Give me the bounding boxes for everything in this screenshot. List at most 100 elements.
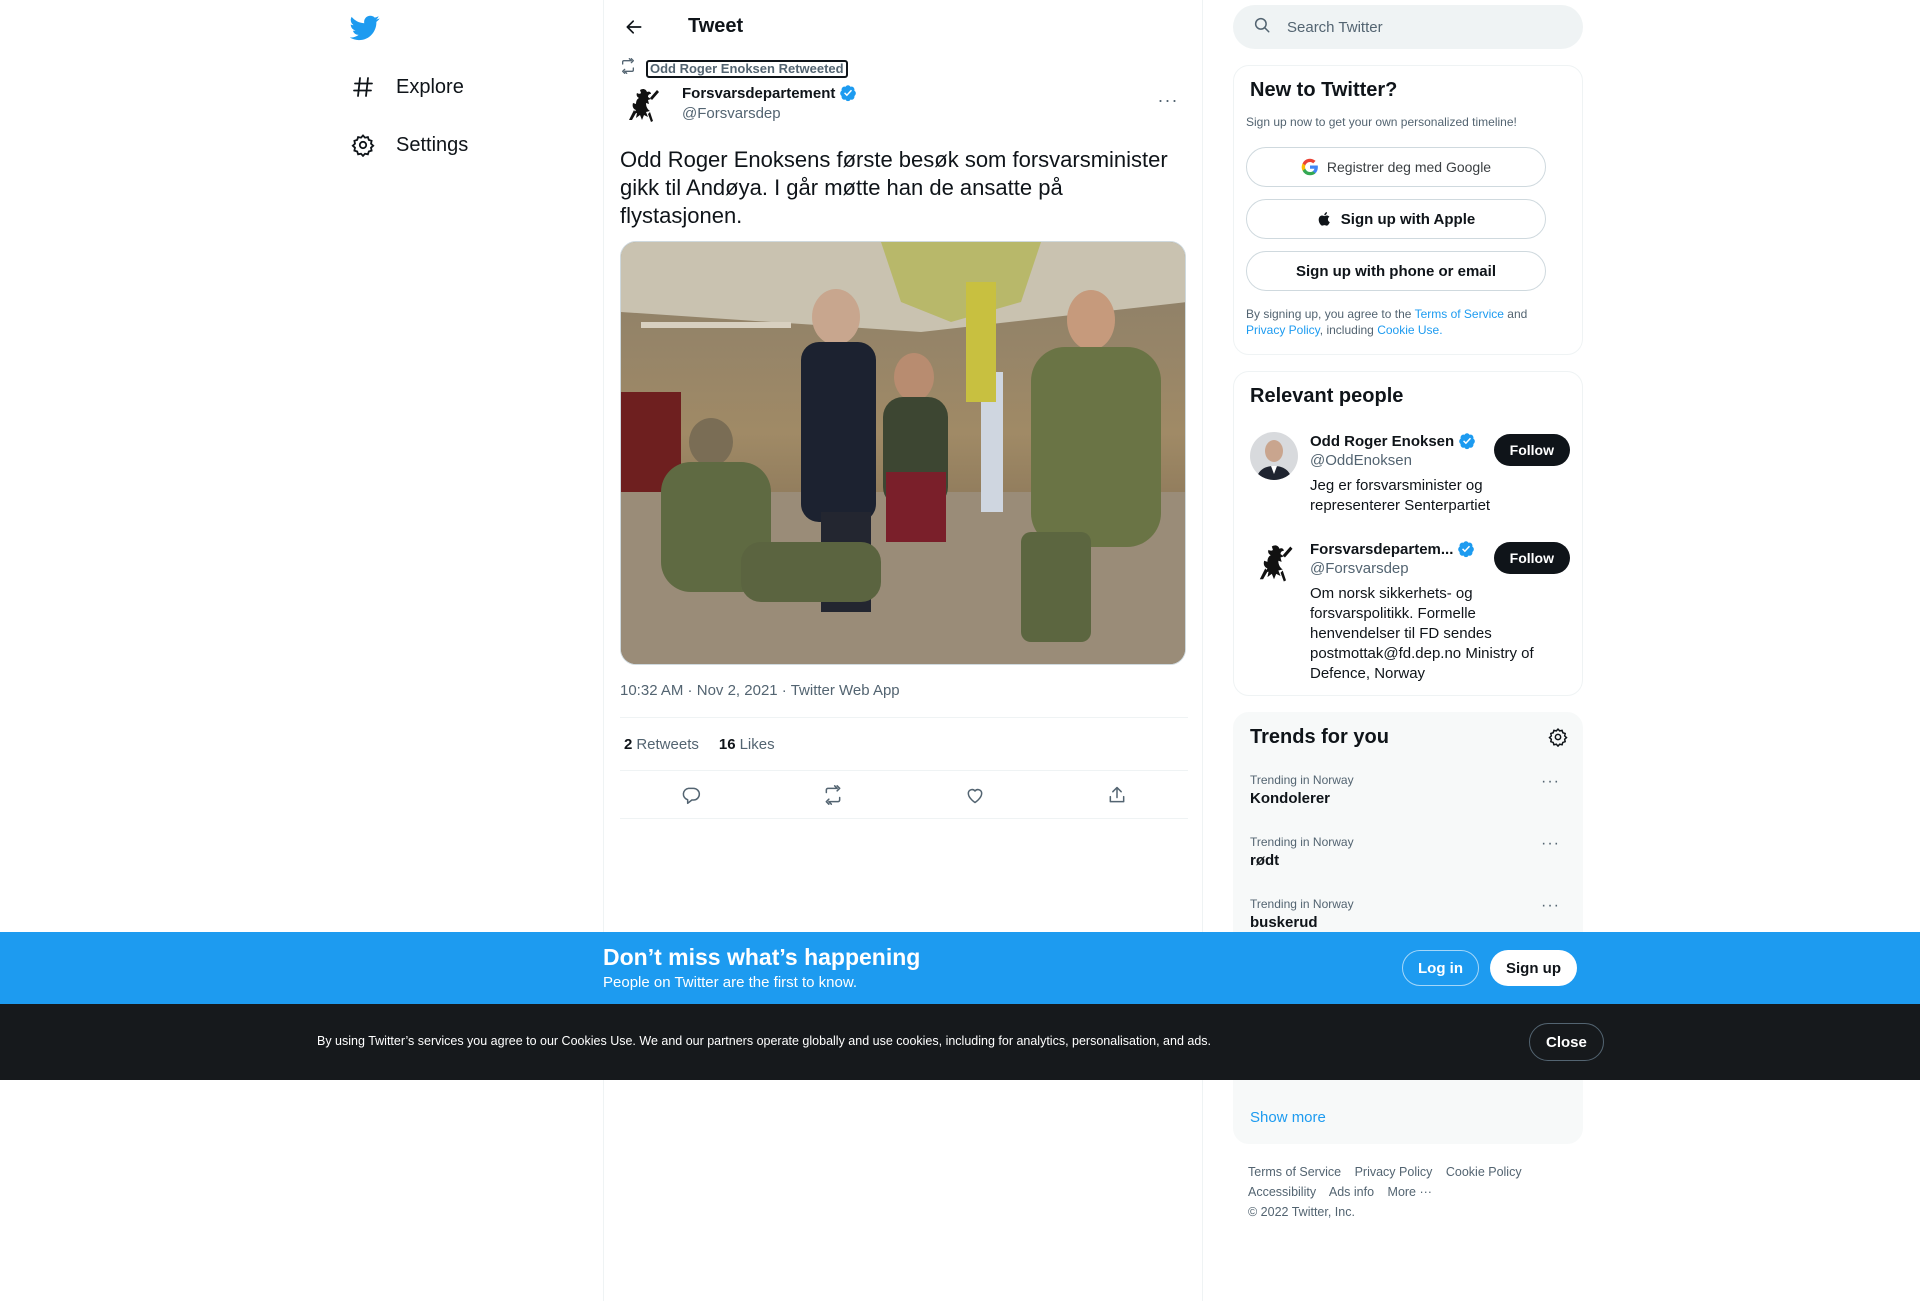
likes-stat[interactable]: 16 Likes (719, 736, 775, 753)
signup-banner-subtitle: People on Twitter are the first to know. (603, 974, 858, 991)
footer-ads-info-link[interactable]: Ads info (1329, 1185, 1374, 1199)
search-input[interactable] (1287, 18, 1547, 36)
trend-item[interactable]: Trending in Norway buskerud ··· (1250, 897, 1568, 931)
new-to-twitter-card: New to Twitter? Sign up now to get your … (1233, 65, 1583, 355)
nav-settings-label: Settings (396, 133, 469, 156)
search-icon (1253, 16, 1271, 39)
follow-button[interactable]: Follow (1493, 434, 1570, 466)
cookie-banner: By using Twitter’s services you agree to… (0, 1004, 1920, 1080)
author-handle[interactable]: @Forsvarsdep (682, 105, 781, 122)
person-name-text: Odd Roger Enoksen (1310, 432, 1455, 450)
trend-meta: Trending in Norway (1250, 897, 1354, 911)
person-bio: Jeg er forsvarsminister og representerer… (1310, 477, 1491, 514)
trend-item[interactable]: Trending in Norway rødt ··· (1250, 835, 1568, 869)
author-name-text: Forsvarsdepartement (682, 84, 836, 102)
footer-copyright: © 2022 Twitter, Inc. (1248, 1205, 1355, 1219)
tweet-actions (620, 771, 1188, 819)
trends-title: Trends for you (1250, 726, 1389, 748)
more-options-icon[interactable]: ··· (1156, 88, 1180, 112)
phone-signup-label: Sign up with phone or email (1295, 262, 1496, 280)
relevant-people-card: Relevant people Odd Roger Enoksen @OddEn… (1233, 371, 1583, 696)
signup-legal-text: By signing up, you agree to the Terms of… (1246, 306, 1566, 338)
cookie-banner-text: By using Twitter’s services you agree to… (317, 1034, 1212, 1048)
retweets-count: 2 (624, 735, 633, 753)
tweet-date[interactable]: Nov 2, 2021 (697, 682, 778, 699)
google-signup-button[interactable]: Registrer deg med Google (1246, 147, 1546, 187)
nav-explore-label: Explore (396, 75, 464, 98)
page-header: Tweet (604, 0, 1202, 53)
footer-accessibility-link[interactable]: Accessibility (1248, 1185, 1316, 1199)
like-heart-icon[interactable] (958, 778, 992, 812)
signup-banner-title: Don’t miss what’s happening (603, 944, 921, 970)
footer-cookie-link[interactable]: Cookie Policy (1446, 1165, 1522, 1179)
cookie-close-button[interactable]: Close (1529, 1023, 1604, 1061)
terms-of-service-link[interactable]: Terms of Service (1415, 307, 1504, 321)
norway-lion-crest-avatar[interactable] (620, 84, 664, 128)
search-bar[interactable] (1233, 5, 1583, 49)
twitter-logo-icon[interactable] (349, 12, 380, 42)
nav-settings[interactable]: Settings (350, 125, 468, 165)
show-more-link[interactable]: Show more (1250, 1109, 1326, 1126)
footer-privacy-link[interactable]: Privacy Policy (1355, 1165, 1433, 1179)
retweet-icon (620, 58, 636, 79)
tweet-stats: 2 Retweets 16 Likes (620, 717, 1188, 771)
author-name[interactable]: Forsvarsdepartement (682, 84, 857, 102)
privacy-policy-link[interactable]: Privacy Policy (1246, 323, 1320, 337)
person-handle[interactable]: @Forsvarsdep (1310, 560, 1409, 577)
tweet-photo[interactable] (620, 241, 1186, 665)
cookie-use-link[interactable]: Cookie Use. (1377, 323, 1442, 337)
apple-signup-button[interactable]: Sign up with Apple (1246, 199, 1546, 239)
retweet-context: Odd Roger Enoksen Retweeted (620, 58, 848, 79)
tweet-source[interactable]: Twitter Web App (791, 682, 900, 699)
avatar[interactable] (1250, 432, 1298, 480)
tweet-text: Odd Roger Enoksens første besøk som fors… (620, 147, 1168, 228)
reply-icon[interactable] (674, 778, 708, 812)
signup-button[interactable]: Sign up (1490, 950, 1577, 986)
trend-more-icon[interactable]: ··· (1541, 835, 1560, 853)
trend-name: rødt (1250, 852, 1280, 869)
trend-name: Kondolerer (1250, 790, 1331, 807)
trend-more-icon[interactable]: ··· (1541, 897, 1560, 915)
tweet-time[interactable]: 10:32 AM (620, 682, 683, 699)
legal-including: , including (1319, 323, 1374, 337)
gear-icon (350, 132, 376, 158)
page-title: Tweet (688, 15, 744, 37)
verified-badge-icon (839, 84, 857, 102)
follow-button[interactable]: Follow (1493, 542, 1570, 574)
trend-meta: Trending in Norway (1250, 773, 1354, 787)
person-name[interactable]: Odd Roger Enoksen (1310, 432, 1476, 450)
person-bio: Om norsk sikkerhets- og forsvarspolitikk… (1310, 585, 1534, 682)
share-icon[interactable] (1100, 778, 1134, 812)
google-icon (1301, 158, 1319, 176)
new-to-twitter-subtitle: Sign up now to get your own personalized… (1246, 115, 1517, 129)
trend-more-icon[interactable]: ··· (1541, 773, 1560, 791)
legal-and: and (1507, 307, 1528, 321)
person-name[interactable]: Forsvarsdepartem... (1310, 540, 1475, 558)
phone-email-signup-button[interactable]: Sign up with phone or email (1246, 251, 1546, 291)
footer-terms-link[interactable]: Terms of Service (1248, 1165, 1341, 1179)
login-button[interactable]: Log in (1402, 950, 1479, 986)
norway-lion-crest-avatar[interactable] (1250, 540, 1298, 588)
verified-badge-icon (1457, 540, 1475, 558)
footer-more-link[interactable]: More ··· (1388, 1185, 1432, 1199)
trends-settings-gear-icon[interactable] (1548, 727, 1568, 752)
tweet-author: Forsvarsdepartement @Forsvarsdep ··· (620, 82, 1188, 130)
retweets-label: Retweets (636, 735, 699, 753)
back-arrow-icon[interactable] (620, 13, 648, 41)
nav-explore[interactable]: Explore (350, 67, 464, 107)
legal-prefix: By signing up, you agree to the (1246, 307, 1412, 321)
likes-label: Likes (739, 735, 775, 753)
main-column: Tweet Odd Roger Enoksen Retweeted Forsva… (603, 0, 1203, 1301)
retweet-action-icon[interactable] (816, 778, 850, 812)
new-to-twitter-title: New to Twitter? (1250, 79, 1398, 101)
person-name-text: Forsvarsdepartem... (1310, 540, 1454, 558)
apple-icon (1317, 210, 1333, 228)
retweeted-by-link[interactable]: Odd Roger Enoksen Retweeted (646, 59, 848, 78)
person-handle[interactable]: @OddEnoksen (1310, 452, 1412, 469)
trend-name: buskerud (1250, 914, 1318, 931)
hashtag-icon (350, 74, 376, 100)
trend-item[interactable]: Trending in Norway Kondolerer ··· (1250, 773, 1568, 807)
verified-badge-icon (1458, 432, 1476, 450)
google-signup-label: Registrer deg med Google (1326, 159, 1492, 175)
retweets-stat[interactable]: 2 Retweets (624, 736, 699, 753)
